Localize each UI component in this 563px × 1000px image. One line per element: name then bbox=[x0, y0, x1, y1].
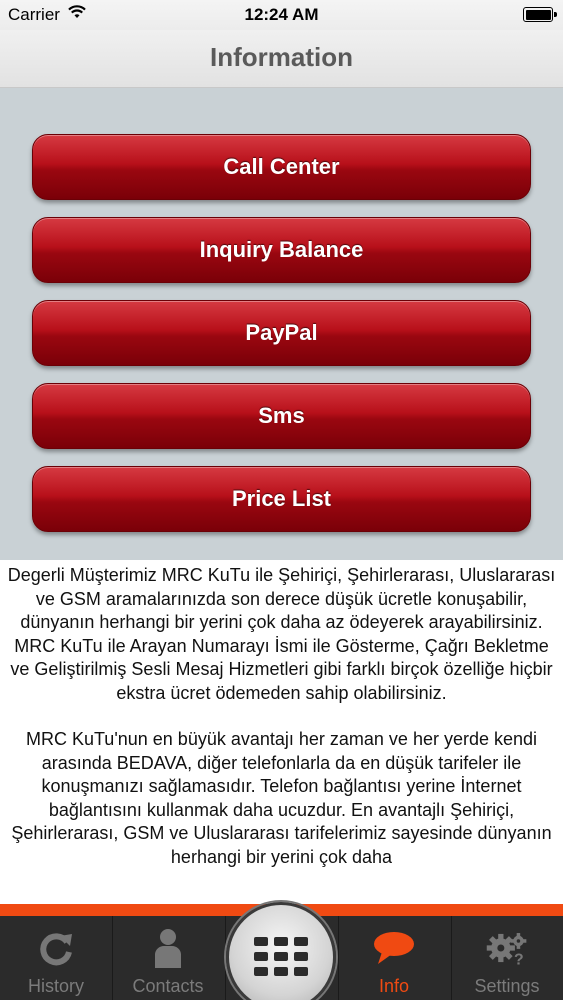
info-paragraph-2: MRC KuTu'nun en büyük avantajı her zaman… bbox=[11, 729, 552, 867]
person-icon bbox=[146, 926, 190, 970]
tab-info[interactable]: Info bbox=[338, 916, 450, 1000]
tab-contacts[interactable]: Contacts bbox=[112, 916, 224, 1000]
tab-info-label: Info bbox=[378, 976, 410, 996]
svg-text:?: ? bbox=[514, 952, 524, 968]
tab-settings[interactable]: ? Settings bbox=[451, 916, 563, 1000]
paypal-button[interactable]: PayPal bbox=[32, 300, 531, 366]
tab-history[interactable]: History bbox=[0, 916, 112, 1000]
page-title: Information bbox=[210, 42, 353, 72]
tab-contacts-label: Contacts bbox=[132, 976, 204, 996]
info-text-scroll[interactable]: Degerli Müşterimiz MRC KuTu ile Şehiriçi… bbox=[0, 560, 563, 904]
call-center-button[interactable]: Call Center bbox=[32, 134, 531, 200]
speech-bubble-icon bbox=[372, 926, 416, 970]
tab-settings-label: Settings bbox=[474, 976, 540, 996]
inquiry-balance-button[interactable]: Inquiry Balance bbox=[32, 217, 531, 283]
button-panel: Call Center Inquiry Balance PayPal Sms P… bbox=[0, 88, 563, 568]
refresh-icon bbox=[34, 926, 78, 970]
keypad-grid-icon bbox=[254, 937, 308, 976]
battery-icon bbox=[523, 7, 557, 22]
navigation-bar: Information bbox=[0, 30, 563, 88]
info-paragraph-1: Degerli Müşterimiz MRC KuTu ile Şehiriçi… bbox=[7, 565, 556, 703]
price-list-button[interactable]: Price List bbox=[32, 466, 531, 532]
tab-history-label: History bbox=[27, 976, 84, 996]
clock: 12:24 AM bbox=[244, 5, 319, 24]
status-bar: Carrier 12:24 AM bbox=[0, 0, 563, 30]
sms-button[interactable]: Sms bbox=[32, 383, 531, 449]
gears-icon: ? bbox=[485, 926, 529, 970]
